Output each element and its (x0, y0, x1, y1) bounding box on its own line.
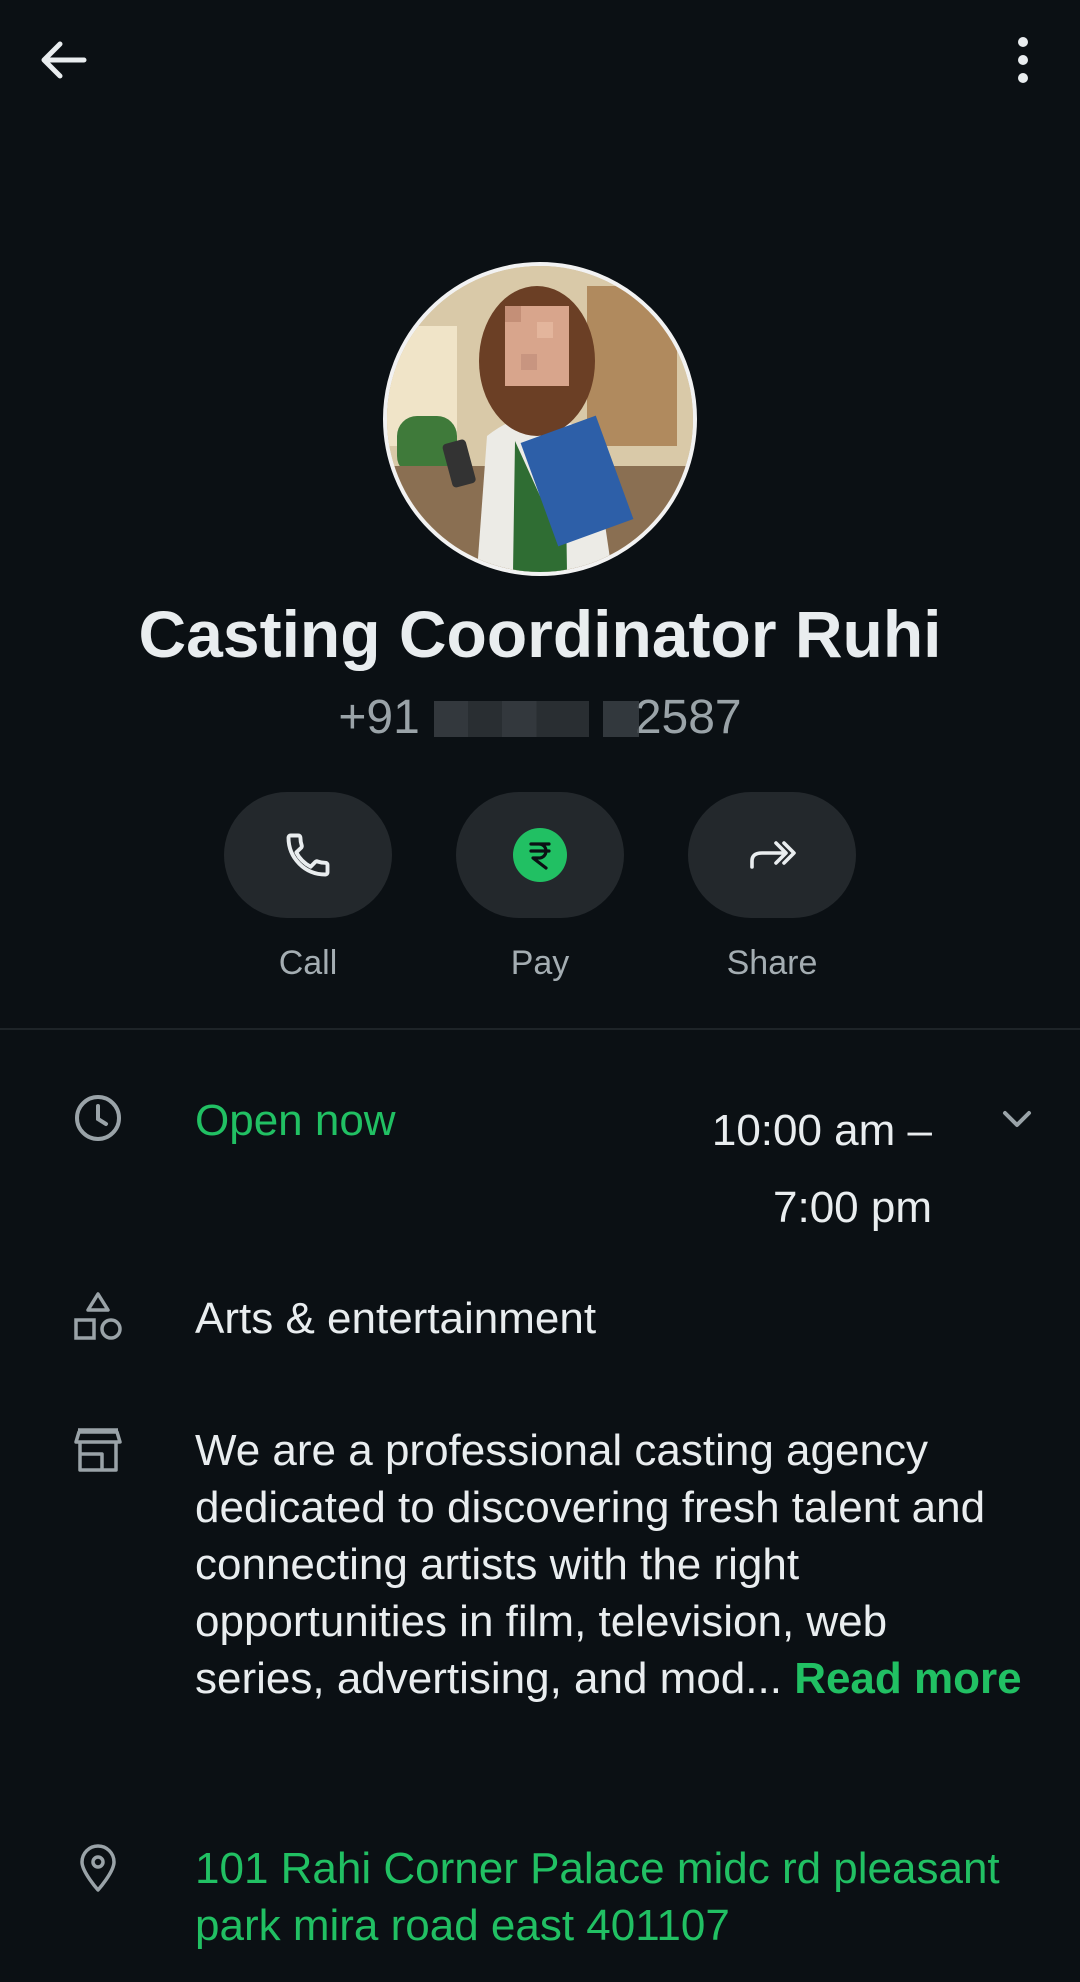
business-category: Arts & entertainment (195, 1294, 597, 1343)
pay-label: Pay (510, 944, 570, 982)
phone-icon (286, 833, 330, 877)
phone-redaction (433, 701, 589, 737)
business-address-link[interactable]: 101 Rahi Corner Palace midc rd pleasant … (195, 1840, 1025, 1954)
hours-range-end: 7:00 pm (773, 1183, 932, 1232)
share-label: Share (726, 944, 818, 982)
section-divider (0, 1028, 1080, 1030)
business-hours[interactable]: 10:00 am – 7:00 pm (560, 1092, 932, 1246)
hours-range-start: 10:00 am – (711, 1106, 932, 1155)
read-more-link[interactable]: Read more (794, 1654, 1021, 1703)
phone-prefix: +91 (338, 691, 420, 744)
avatar-illustration (387, 266, 693, 572)
arrow-left-icon (41, 41, 87, 79)
phone-redaction-2 (602, 701, 639, 737)
profile-avatar[interactable] (383, 262, 697, 576)
clock-icon (72, 1092, 124, 1144)
call-label: Call (278, 944, 338, 982)
expand-hours-button[interactable] (996, 1098, 1038, 1140)
chevron-down-icon (1003, 1111, 1031, 1127)
call-button[interactable] (224, 792, 392, 918)
more-vertical-icon (1018, 37, 1028, 83)
contact-name: Casting Coordinator Ruhi (138, 597, 942, 671)
business-description: We are a professional casting agency ded… (195, 1422, 1025, 1707)
more-options-button[interactable] (988, 28, 1052, 92)
phone-number: +91 2587 (0, 690, 1080, 745)
rupee-icon (513, 828, 567, 882)
open-status: Open now (195, 1096, 396, 1145)
location-pin-icon (72, 1842, 124, 1894)
back-button[interactable] (32, 28, 96, 92)
pay-button[interactable] (456, 792, 624, 918)
share-forward-icon (750, 841, 796, 869)
category-shapes-icon (72, 1290, 124, 1342)
storefront-icon (72, 1424, 124, 1476)
phone-suffix: 2587 (634, 691, 742, 744)
share-button[interactable] (688, 792, 856, 918)
